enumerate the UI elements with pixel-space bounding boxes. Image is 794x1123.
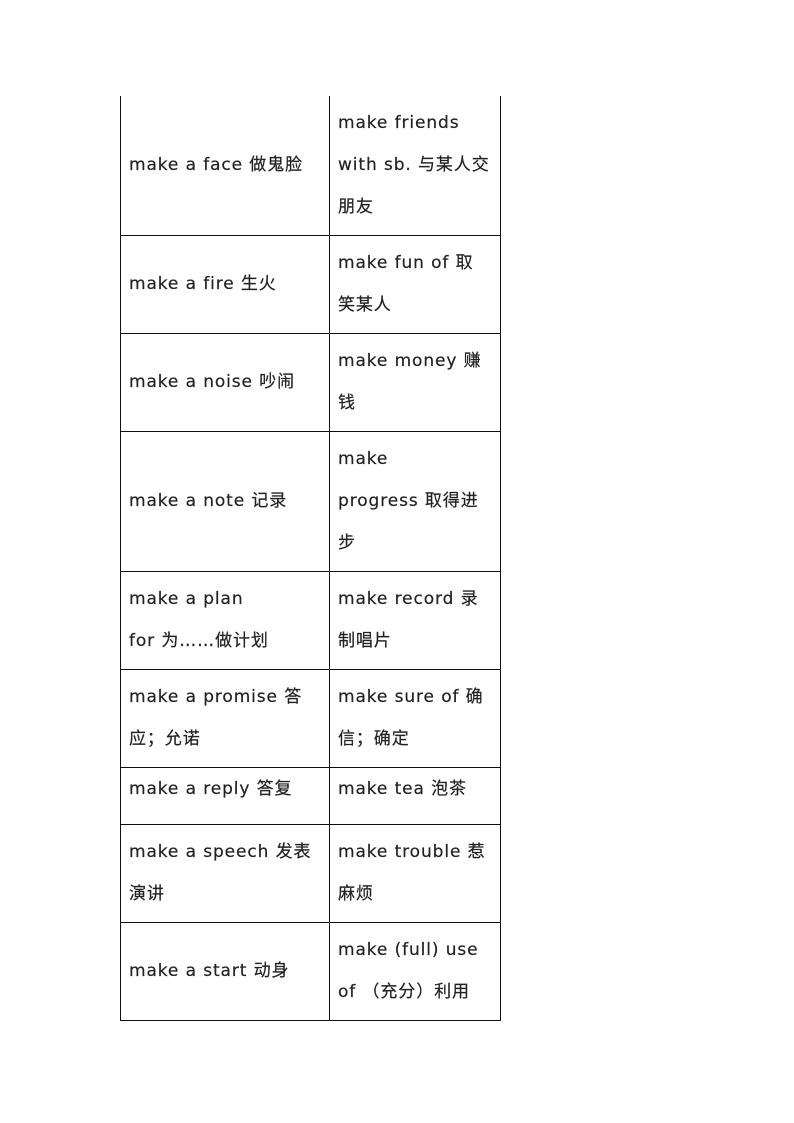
table-row: make a face 做鬼脸 make friends with sb. 与某…: [120, 96, 501, 236]
phrase-text: make money 赚 钱: [338, 351, 482, 413]
phrase-cell-right: make fun of 取 笑某人: [329, 234, 501, 334]
phrase-text: make fun of 取 笑某人: [338, 253, 474, 315]
phrase-cell-left: make a face 做鬼脸: [120, 96, 330, 236]
phrase-cell-left: make a note 记录: [120, 430, 330, 572]
phrase-text: make a plan for 为……做计划: [129, 589, 269, 651]
phrase-text: make a speech 发表 演讲: [129, 842, 312, 904]
table-row: make a reply 答复 make tea 泡茶: [120, 766, 501, 825]
phrase-cell-right: make trouble 惹 麻烦: [329, 823, 501, 923]
phrase-text: make a noise 吵闹: [129, 372, 296, 392]
phrase-text: make a fire 生火: [129, 274, 277, 294]
table-row: make a promise 答 应；允诺 make sure of 确 信；确…: [120, 668, 501, 768]
phrase-text: make progress 取得进 步: [338, 449, 479, 553]
phrase-text: make tea 泡茶: [338, 778, 467, 799]
phrase-cell-left: make a start 动身: [120, 921, 330, 1021]
phrase-text: make a face 做鬼脸: [129, 155, 304, 176]
phrase-text: make (full) use of （充分）利用: [338, 940, 479, 1002]
phrase-cell-right: make money 赚 钱: [329, 332, 501, 432]
phrase-text: make a note 记录: [129, 491, 288, 511]
phrase-cell-left: make a noise 吵闹: [120, 332, 330, 432]
phrase-text: make a reply 答复: [129, 778, 293, 799]
phrase-text: make a promise 答 应；允诺: [129, 687, 303, 749]
table-row: make a plan for 为……做计划 make record 录 制唱片: [120, 570, 501, 670]
phrase-cell-left: make a speech 发表 演讲: [120, 823, 330, 923]
table-row: make a start 动身 make (full) use of （充分）利…: [120, 921, 501, 1021]
phrase-text: make friends with sb. 与某人交 朋友: [338, 113, 490, 218]
phrase-cell-left: make a plan for 为……做计划: [120, 570, 330, 670]
phrase-cell-right: make sure of 确 信；确定: [329, 668, 501, 768]
document-page: make a face 做鬼脸 make friends with sb. 与某…: [0, 0, 794, 1123]
table-row: make a note 记录 make progress 取得进 步: [120, 430, 501, 572]
table-row: make a fire 生火 make fun of 取 笑某人: [120, 234, 501, 334]
table-row: make a noise 吵闹 make money 赚 钱: [120, 332, 501, 432]
phrase-cell-left: make a promise 答 应；允诺: [120, 668, 330, 768]
phrase-cell-right: make friends with sb. 与某人交 朋友: [329, 96, 501, 236]
phrase-text: make trouble 惹 麻烦: [338, 842, 486, 904]
phrase-cell-right: make record 录 制唱片: [329, 570, 501, 670]
phrase-cell-left: make a fire 生火: [120, 234, 330, 334]
phrase-cell-right: make tea 泡茶: [329, 766, 501, 825]
phrase-table: make a face 做鬼脸 make friends with sb. 与某…: [120, 96, 501, 1021]
phrase-cell-left: make a reply 答复: [120, 766, 330, 825]
phrase-text: make sure of 确 信；确定: [338, 687, 484, 749]
phrase-cell-right: make progress 取得进 步: [329, 430, 501, 572]
phrase-text: make record 录 制唱片: [338, 589, 479, 651]
phrase-cell-right: make (full) use of （充分）利用: [329, 921, 501, 1021]
table-row: make a speech 发表 演讲 make trouble 惹 麻烦: [120, 823, 501, 923]
phrase-text: make a start 动身: [129, 961, 290, 981]
